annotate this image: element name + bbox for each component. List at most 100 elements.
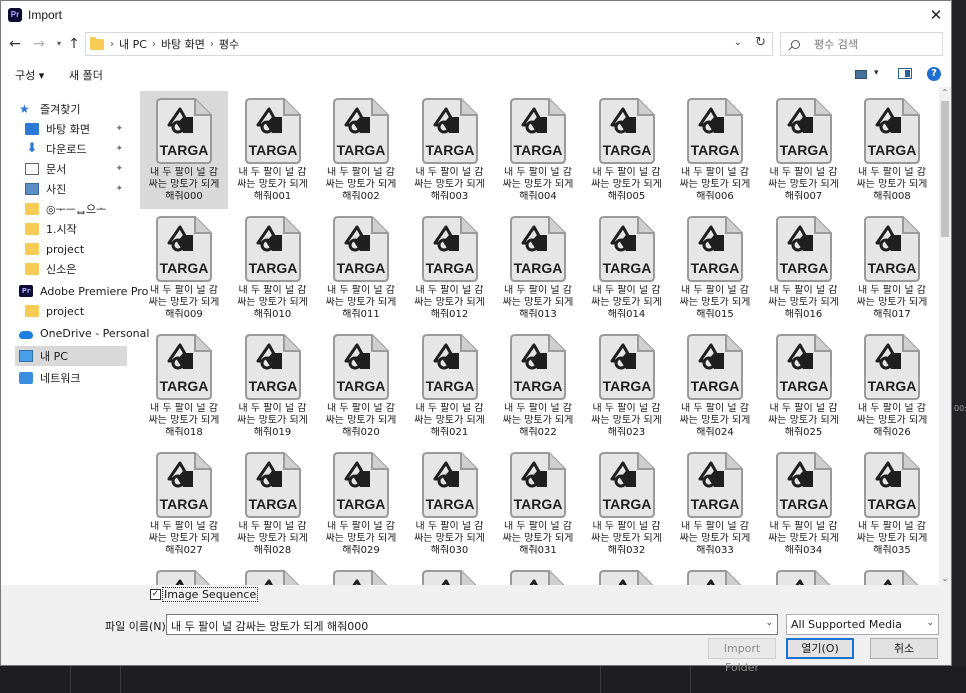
file-tile[interactable]: TARGA [406,563,494,585]
file-tile[interactable]: TARGA 내 두 팔이 널 감 싸는 망토가 되게 해줘015 [671,209,759,327]
image-sequence-checkbox[interactable]: ✓ [150,589,161,600]
image-sequence-label[interactable]: Image Sequence [161,587,259,602]
file-tile[interactable]: TARGA 내 두 팔이 널 감 싸는 망토가 되게 해줘005 [583,91,671,209]
breadcrumb-desktop[interactable]: 바탕 화면 [161,36,205,52]
vertical-scrollbar[interactable]: ⌃ ⌄ [939,87,951,585]
file-tile[interactable]: TARGA [317,563,405,585]
file-tile[interactable]: TARGA 내 두 팔이 널 감 싸는 망토가 되게 해줘014 [583,209,671,327]
pin-icon[interactable]: ✦ [115,124,123,134]
file-tile[interactable]: TARGA 내 두 팔이 널 감 싸는 망토가 되게 해줘023 [583,327,671,445]
nav-item-0[interactable]: ★ 즐겨찾기 [19,99,127,119]
forward-arrow-icon[interactable]: → [31,35,47,55]
nav-item-8[interactable]: 신소은 [25,259,127,279]
file-tile[interactable]: TARGA 내 두 팔이 널 감 싸는 망토가 되게 해줘021 [406,327,494,445]
file-tile[interactable]: TARGA 내 두 팔이 널 감 싸는 망토가 되게 해줘010 [229,209,317,327]
address-history-chevron-icon[interactable]: ⌄ [734,37,742,48]
file-name-line: 싸는 망토가 되게 [591,533,662,544]
breadcrumb-pc[interactable]: 내 PC [119,36,147,52]
file-tile[interactable]: TARGA 내 두 팔이 널 감 싸는 망토가 되게 해줘009 [140,209,228,327]
cancel-button[interactable]: 취소 [870,638,938,659]
breadcrumb-pyeongsu[interactable]: 평수 [219,36,239,52]
file-tile[interactable]: TARGA 내 두 팔이 널 감 싸는 망토가 되게 해줘028 [229,445,317,563]
back-arrow-icon[interactable]: ← [7,35,23,55]
file-tile[interactable]: TARGA 내 두 팔이 널 감 싸는 망토가 되게 해줘022 [494,327,582,445]
nav-item-5[interactable]: ◎ᅮᅳᆸ으ᅩ [25,199,127,219]
preview-pane-icon[interactable] [898,68,912,79]
file-tile[interactable]: TARGA 내 두 팔이 널 감 싸는 망토가 되게 해줘031 [494,445,582,563]
search-box[interactable]: 평수 검색 [780,32,943,56]
up-arrow-icon[interactable]: ↑ [66,35,82,55]
file-type-chevron-icon[interactable]: ⌄ [926,618,934,628]
file-tile[interactable]: TARGA 내 두 팔이 널 감 싸는 망토가 되게 해줘029 [317,445,405,563]
file-type-select[interactable]: All Supported Media ⌄ [786,614,939,635]
nav-item-13[interactable]: 네트워크 [19,368,127,388]
nav-item-1[interactable]: 바탕 화면 ✦ [25,119,127,139]
file-tile[interactable]: TARGA 내 두 팔이 널 감 싸는 망토가 되게 해줘025 [760,327,848,445]
file-tile[interactable]: TARGA [140,563,228,585]
view-icon[interactable] [855,70,867,79]
file-tile[interactable]: TARGA 내 두 팔이 널 감 싸는 망토가 되게 해줘008 [848,91,936,209]
scroll-down-icon[interactable]: ⌄ [939,573,951,585]
file-type-badge: TARGA [160,496,209,512]
nav-item-2[interactable]: ⬇ 다운로드 ✦ [25,139,127,159]
pin-icon[interactable]: ✦ [115,144,123,154]
organize-menu[interactable]: 구성 ▾ [15,67,44,83]
scroll-up-icon[interactable]: ⌃ [939,87,951,99]
file-tile[interactable]: TARGA [760,563,848,585]
file-tile[interactable]: TARGA 내 두 팔이 널 감 싸는 망토가 되게 해줘024 [671,327,759,445]
file-tile[interactable]: TARGA 내 두 팔이 널 감 싸는 망토가 되게 해줘034 [760,445,848,563]
help-icon[interactable]: ? [927,67,941,81]
file-tile[interactable]: TARGA 내 두 팔이 널 감 싸는 망토가 되게 해줘027 [140,445,228,563]
file-tile[interactable]: TARGA 내 두 팔이 널 감 싸는 망토가 되게 해줘007 [760,91,848,209]
file-tile[interactable]: TARGA 내 두 팔이 널 감 싸는 망토가 되게 해줘026 [848,327,936,445]
nav-item-12[interactable]: 내 PC [15,346,127,366]
file-name-line: 내 두 팔이 널 감 [415,403,484,414]
pin-icon[interactable]: ✦ [115,184,123,194]
file-tile[interactable]: TARGA [583,563,671,585]
file-tile[interactable]: TARGA 내 두 팔이 널 감 싸는 망토가 되게 해줘006 [671,91,759,209]
image-sequence-option[interactable]: ✓ Image Sequence [150,587,259,602]
file-tile[interactable]: TARGA 내 두 팔이 널 감 싸는 망토가 되게 해줘020 [317,327,405,445]
open-button[interactable]: 열기(O) [786,638,854,659]
file-tile[interactable]: TARGA 내 두 팔이 널 감 싸는 망토가 되게 해줘013 [494,209,582,327]
file-tile[interactable]: TARGA [848,563,936,585]
file-tile[interactable]: TARGA 내 두 팔이 널 감 싸는 망토가 되게 해줘018 [140,327,228,445]
refresh-icon[interactable]: ↻ [755,35,766,50]
file-tile[interactable]: TARGA 내 두 팔이 널 감 싸는 망토가 되게 해줘011 [317,209,405,327]
nav-item-6[interactable]: 1.시작 [25,219,127,239]
file-tile[interactable]: TARGA 내 두 팔이 널 감 싸는 망토가 되게 해줘000 [140,91,228,209]
file-tile[interactable]: TARGA 내 두 팔이 널 감 싸는 망토가 되게 해줘035 [848,445,936,563]
close-button[interactable]: ✕ [925,5,947,27]
file-tile[interactable]: TARGA 내 두 팔이 널 감 싸는 망토가 되게 해줘012 [406,209,494,327]
file-tile[interactable]: TARGA 내 두 팔이 널 감 싸는 망토가 되게 해줘033 [671,445,759,563]
file-name: 내 두 팔이 널 감 싸는 망토가 되게 해줘003 [406,167,494,203]
file-tile[interactable]: TARGA 내 두 팔이 널 감 싸는 망토가 되게 해줘002 [317,91,405,209]
filename-history-chevron-icon[interactable]: ⌄ [765,618,773,628]
file-tile[interactable]: TARGA 내 두 팔이 널 감 싸는 망토가 되게 해줘001 [229,91,317,209]
file-tile[interactable]: TARGA [494,563,582,585]
recent-locations-chevron-icon[interactable]: ▾ [51,35,67,55]
scrollbar-thumb[interactable] [941,101,949,237]
nav-item-7[interactable]: project [25,239,127,259]
new-folder-button[interactable]: 새 폴더 [69,67,103,83]
import-folder-button[interactable]: Import Folder [708,638,776,674]
file-tile[interactable]: TARGA 내 두 팔이 널 감 싸는 망토가 되게 해줘017 [848,209,936,327]
address-bar[interactable]: › 내 PC › 바탕 화면 › 평수 ⌄ ↻ [85,32,773,56]
file-tile[interactable]: TARGA 내 두 팔이 널 감 싸는 망토가 되게 해줘004 [494,91,582,209]
filename-input[interactable]: 내 두 팔이 널 감싸는 망토가 되게 해줘000 ⌄ [166,614,778,635]
nav-item-3[interactable]: 문서 ✦ [25,159,127,179]
file-tile[interactable]: TARGA 내 두 팔이 널 감 싸는 망토가 되게 해줘016 [760,209,848,327]
nav-item-11[interactable]: OneDrive - Personal [19,323,149,343]
file-tile[interactable]: TARGA [671,563,759,585]
nav-item-4[interactable]: 사진 ✦ [25,179,127,199]
nav-item-9[interactable]: Pr Adobe Premiere Pro [19,281,148,301]
file-tile[interactable]: TARGA [229,563,317,585]
nav-item-10[interactable]: project [25,301,127,321]
file-tile[interactable]: TARGA 내 두 팔이 널 감 싸는 망토가 되게 해줘032 [583,445,671,563]
file-tile[interactable]: TARGA 내 두 팔이 널 감 싸는 망토가 되게 해줘003 [406,91,494,209]
download-icon: ⬇ [26,141,38,156]
view-chevron-icon[interactable]: ▾ [874,68,879,78]
pin-icon[interactable]: ✦ [115,164,123,174]
file-tile[interactable]: TARGA 내 두 팔이 널 감 싸는 망토가 되게 해줘019 [229,327,317,445]
file-tile[interactable]: TARGA 내 두 팔이 널 감 싸는 망토가 되게 해줘030 [406,445,494,563]
